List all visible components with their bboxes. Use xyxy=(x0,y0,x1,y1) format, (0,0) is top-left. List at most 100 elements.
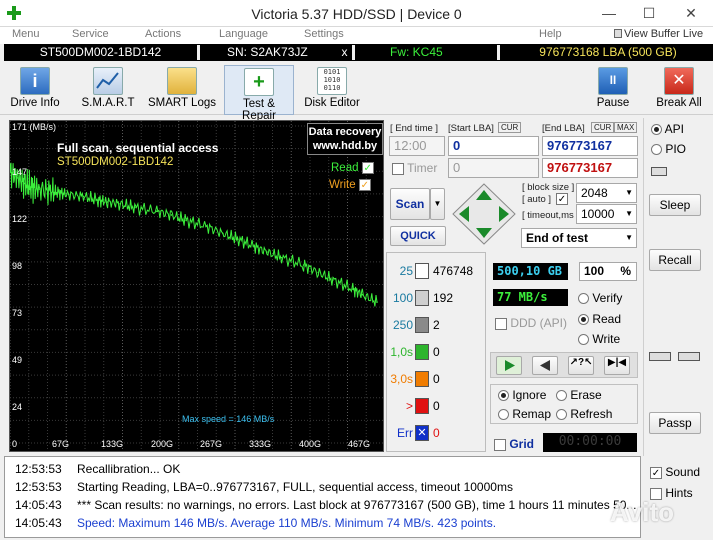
timer-checkbox[interactable] xyxy=(392,162,404,175)
chart-icon xyxy=(93,67,123,95)
data-point xyxy=(106,201,109,203)
random-button[interactable]: ↗?↖ xyxy=(568,356,594,375)
legend-read[interactable]: Read ✓ xyxy=(331,162,374,174)
data-point xyxy=(58,191,60,194)
direction-pad[interactable] xyxy=(451,182,517,246)
counter-value: 2 xyxy=(433,318,440,332)
recall-button[interactable]: Recall xyxy=(649,249,701,271)
quick-button[interactable]: QUICK xyxy=(390,226,446,246)
data-point xyxy=(253,245,256,248)
start-lba-input[interactable]: 0 xyxy=(448,136,539,156)
menu-menu[interactable]: Menu xyxy=(12,28,40,40)
butterfly-icon: ▶|◀ xyxy=(607,357,627,368)
sound-checkbox[interactable]: ✓ xyxy=(650,466,662,479)
pause-button[interactable]: II Pause xyxy=(593,65,633,115)
read-radio[interactable] xyxy=(578,314,589,326)
ddd-api-toggle[interactable]: DDD (API) xyxy=(495,316,567,330)
graph-title: Full scan, sequential access xyxy=(57,141,219,155)
verify-radio[interactable] xyxy=(578,293,589,305)
x-tick-label: 133G xyxy=(101,439,124,449)
legend-read-checkbox[interactable]: ✓ xyxy=(361,162,374,174)
view-buffer-icon xyxy=(614,29,622,38)
test-repair-button[interactable]: + Test & Repair xyxy=(224,65,294,122)
binary-icon: 0101 1010 0110 xyxy=(317,67,347,95)
ignore-label: Ignore xyxy=(512,388,547,402)
minimize-button[interactable]: — xyxy=(592,2,626,24)
scan-button[interactable]: Scan xyxy=(390,188,430,220)
action-erase[interactable]: Erase xyxy=(556,388,602,402)
api-radio[interactable] xyxy=(651,124,662,136)
end-action-select[interactable]: End of test ▼ xyxy=(521,228,637,248)
grid-label: Grid xyxy=(509,437,535,451)
device-close-x[interactable]: x xyxy=(337,45,355,60)
device-model[interactable]: ST500DM002-1BD142 xyxy=(4,45,200,60)
end-lba-input[interactable]: 976773167 xyxy=(542,136,638,156)
api-option[interactable]: API xyxy=(651,122,684,136)
break-all-button[interactable]: ✕ Break All xyxy=(656,65,702,115)
mode-read[interactable]: Read xyxy=(578,312,621,326)
smart-logs-button[interactable]: SMART Logs xyxy=(148,65,216,115)
counter-swatch xyxy=(415,263,429,279)
block-size-select[interactable]: 2048 ▼ xyxy=(576,183,637,203)
menu-actions[interactable]: Actions xyxy=(145,28,181,40)
disk-editor-button[interactable]: 0101 1010 0110 Disk Editor xyxy=(303,65,361,115)
counter-swatch xyxy=(415,371,429,387)
toolbar: i Drive Info S.M.A.R.T SMART Logs + Test… xyxy=(0,61,713,122)
end-max-button[interactable]: MAX xyxy=(614,122,638,133)
rewind-button[interactable] xyxy=(532,356,558,375)
passp-button[interactable]: Passp xyxy=(649,412,701,434)
write-radio[interactable] xyxy=(578,334,589,346)
sleep-button[interactable]: Sleep xyxy=(649,194,701,216)
butterfly-button[interactable]: ▶|◀ xyxy=(604,356,630,375)
action-refresh[interactable]: Refresh xyxy=(556,407,612,421)
end-time-input[interactable]: 12:00 xyxy=(389,136,445,156)
log-time: 12:53:53 xyxy=(15,462,62,476)
menu-service[interactable]: Service xyxy=(72,28,109,40)
counter-label: 100 xyxy=(392,291,413,305)
log-panel[interactable]: 12:53:53 Recallibration... OK 12:53:53 Sta… xyxy=(4,456,641,538)
auto-checkbox[interactable]: ✓ xyxy=(556,193,568,205)
pio-label: PIO xyxy=(665,142,687,156)
pio-option[interactable]: PIO xyxy=(651,142,686,156)
end-cur-button[interactable]: CUR xyxy=(591,122,615,133)
counter-value: 476748 xyxy=(433,264,474,278)
x-tick-label: 0 xyxy=(12,439,18,449)
drive-info-button[interactable]: i Drive Info xyxy=(6,65,64,115)
data-point xyxy=(205,225,207,227)
mode-verify[interactable]: Verify xyxy=(578,291,622,305)
grid-toggle[interactable]: Grid xyxy=(494,437,534,451)
counter-value: 192 xyxy=(433,291,454,305)
y-axis-top-label: 171 (MB/s) xyxy=(12,122,57,132)
data-point xyxy=(38,188,41,190)
action-ignore[interactable]: Ignore xyxy=(498,388,546,402)
ignore-radio[interactable] xyxy=(498,390,509,402)
legend-write-label: Write xyxy=(329,179,356,192)
maximize-button[interactable]: ☐ xyxy=(632,2,666,24)
timer-input[interactable]: 0 xyxy=(448,158,539,178)
view-buffer-live[interactable]: View Buffer Live xyxy=(614,28,703,40)
smart-button[interactable]: S.M.A.R.T xyxy=(78,65,138,115)
end-lba-label: [End LBA] xyxy=(542,123,585,134)
data-point xyxy=(376,301,378,303)
start-cur-button[interactable]: CUR xyxy=(498,122,522,133)
play-button[interactable] xyxy=(496,356,522,375)
menu-language[interactable]: Language xyxy=(219,28,268,40)
timeout-select[interactable]: 10000 ▼ xyxy=(576,204,637,224)
legend-write-checkbox[interactable]: ✓ xyxy=(358,179,371,191)
scan-dropdown-button[interactable]: ▼ xyxy=(430,188,445,220)
close-button[interactable]: ✕ xyxy=(674,2,708,24)
data-recovery-badge[interactable]: Data recovery www.hdd.by xyxy=(307,123,383,155)
ddd-api-checkbox[interactable] xyxy=(495,317,507,330)
menu-help[interactable]: Help xyxy=(539,28,562,40)
refresh-radio[interactable] xyxy=(556,409,567,421)
pio-radio[interactable] xyxy=(651,144,662,156)
action-remap[interactable]: Remap xyxy=(498,407,551,421)
erase-radio[interactable] xyxy=(556,390,567,402)
legend-write[interactable]: Write ✓ xyxy=(329,179,371,191)
timer-toggle[interactable]: Timer xyxy=(392,161,437,175)
mode-write[interactable]: Write xyxy=(578,332,620,346)
remap-radio[interactable] xyxy=(498,409,509,421)
sound-toggle[interactable]: ✓ Sound xyxy=(650,465,700,479)
menu-settings[interactable]: Settings xyxy=(304,28,344,40)
grid-checkbox[interactable] xyxy=(494,438,506,451)
